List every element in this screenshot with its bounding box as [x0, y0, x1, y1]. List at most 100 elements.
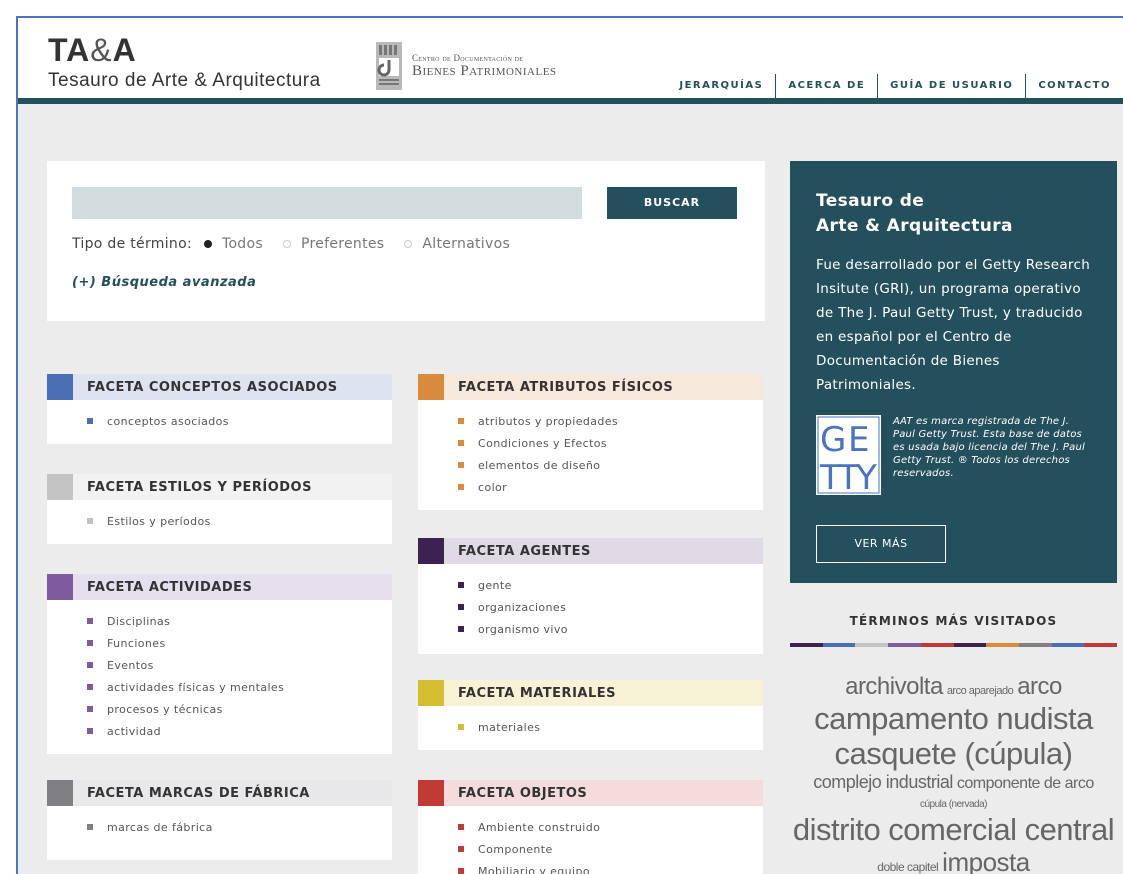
- facet-item[interactable]: Disciplinas: [87, 610, 392, 632]
- facet-card-atributos: FACETA ATRIBUTOS FÍSICOS atributos y prop…: [418, 374, 763, 510]
- bullet-square-icon: [458, 582, 464, 588]
- partner-line1: Centro de Documentación de: [412, 52, 524, 63]
- nav-guia-usuario[interactable]: GUÍA DE USUARIO: [877, 74, 1025, 98]
- tag-link[interactable]: cúpula (nervada): [920, 799, 988, 810]
- facet-card-estilos: FACETA ESTILOS Y PERÍODOS Estilos y perío…: [47, 474, 392, 544]
- term-type-selector: Tipo de término: Todos Preferentes Alter…: [72, 236, 530, 252]
- facet-list: Ambiente construido Componente Mobiliario …: [418, 806, 763, 874]
- facet-title: FACETA MATERIALES: [458, 685, 616, 701]
- facet-title: FACETA AGENTES: [458, 543, 591, 559]
- logo-text-end: A: [112, 32, 137, 68]
- facet-item[interactable]: color: [458, 476, 763, 498]
- facet-header[interactable]: FACETA ATRIBUTOS FÍSICOS: [418, 374, 763, 400]
- facet-item-label: actividades físicas y mentales: [107, 680, 285, 694]
- facet-list: marcas de fábrica: [47, 806, 392, 838]
- facet-title: FACETA ATRIBUTOS FÍSICOS: [458, 379, 674, 395]
- radio-todos[interactable]: Todos: [203, 236, 263, 252]
- facet-title: FACETA ESTILOS Y PERÍODOS: [87, 479, 312, 495]
- facet-header[interactable]: FACETA CONCEPTOS ASOCIADOS: [47, 374, 392, 400]
- radio-preferentes[interactable]: Preferentes: [282, 236, 385, 252]
- tag-link[interactable]: doble capitel: [877, 860, 938, 874]
- facet-item[interactable]: Eventos: [87, 654, 392, 676]
- info-body: Fue desarrollado por el Getty Research I…: [816, 257, 1091, 393]
- tag-cloud-row: distrito comercial central: [790, 812, 1117, 847]
- search-input[interactable]: [72, 187, 582, 219]
- facet-item[interactable]: conceptos asociados: [87, 410, 392, 432]
- advanced-search-link[interactable]: (+) Búsqueda avanzada: [72, 275, 256, 290]
- facet-title: FACETA MARCAS DE FÁBRICA: [87, 785, 310, 801]
- facet-item[interactable]: Componente: [458, 838, 763, 860]
- nav-acerca-de[interactable]: ACERCA DE: [775, 74, 877, 98]
- facet-item[interactable]: actividad: [87, 720, 392, 742]
- facet-item[interactable]: marcas de fábrica: [87, 816, 392, 838]
- radio-label: Preferentes: [300, 236, 385, 252]
- facet-item[interactable]: organismo vivo: [458, 618, 763, 640]
- facet-item[interactable]: Mobiliario y equipo: [458, 860, 763, 874]
- radio-unselected-icon: [282, 240, 291, 248]
- facet-header[interactable]: FACETA ACTIVIDADES: [47, 574, 392, 600]
- stripe-segment: [1051, 643, 1085, 647]
- facet-item[interactable]: actividades físicas y mentales: [87, 676, 392, 698]
- logo-ampersand: &: [90, 32, 113, 68]
- facet-card-marcas: FACETA MARCAS DE FÁBRICA marcas de fábric…: [47, 780, 392, 860]
- facet-item[interactable]: Ambiente construido: [458, 816, 763, 838]
- facet-header[interactable]: FACETA MATERIALES: [418, 680, 763, 706]
- facet-list: gente organizaciones organismo vivo: [418, 564, 763, 640]
- facet-color-square: [418, 538, 444, 564]
- ver-mas-button[interactable]: VER MÁS: [816, 525, 946, 563]
- tag-link[interactable]: arco aparejado: [947, 685, 1014, 697]
- facet-color-square: [418, 680, 444, 706]
- facet-item-label: gente: [478, 578, 512, 592]
- facet-item[interactable]: procesos y técnicas: [87, 698, 392, 720]
- nav-contacto[interactable]: CONTACTO: [1025, 74, 1123, 98]
- tag-link[interactable]: campamento nudista: [814, 701, 1093, 736]
- facet-item[interactable]: elementos de diseño: [458, 454, 763, 476]
- partner-logo[interactable]: Centro de Documentación de Bienes Patrim…: [374, 42, 557, 90]
- tag-link[interactable]: distrito comercial central: [793, 812, 1115, 847]
- tag-cloud: archivolta arco aparejado arco campamento n…: [790, 673, 1117, 874]
- facet-item[interactable]: organizaciones: [458, 596, 763, 618]
- radio-alternativos[interactable]: Alternativos: [404, 236, 510, 252]
- tag-link[interactable]: archivolta: [845, 673, 943, 700]
- facet-list: Estilos y períodos: [47, 500, 392, 532]
- facet-header[interactable]: FACETA ESTILOS Y PERÍODOS: [47, 474, 392, 500]
- facet-item[interactable]: materiales: [458, 716, 763, 738]
- tag-link[interactable]: componente de arco: [957, 775, 1094, 792]
- stripe-segment: [1018, 643, 1052, 647]
- facet-item-label: Funciones: [107, 636, 166, 650]
- facet-header[interactable]: FACETA AGENTES: [418, 538, 763, 564]
- tag-link[interactable]: arco: [1017, 673, 1062, 700]
- nav-jerarquias[interactable]: JERARQUÍAS: [667, 74, 775, 98]
- facet-item[interactable]: gente: [458, 574, 763, 596]
- facet-item-label: elementos de diseño: [478, 458, 601, 472]
- site-logo[interactable]: TA&A: [48, 32, 137, 69]
- svg-text:Y: Y: [855, 458, 877, 495]
- facet-card-conceptos: FACETA CONCEPTOS ASOCIADOS conceptos asoc…: [47, 374, 392, 444]
- page-frame: TA&A Tesauro de Arte & Arquitectura Cent…: [16, 16, 1123, 874]
- facet-card-agentes: FACETA AGENTES gente organizaciones organis…: [418, 538, 763, 654]
- facet-item[interactable]: atributos y propiedades: [458, 410, 763, 432]
- facet-header[interactable]: FACETA MARCAS DE FÁBRICA: [47, 780, 392, 806]
- info-title: Tesauro de Arte & Arquitectura: [816, 189, 1091, 239]
- getty-logo-icon: G E T T Y: [816, 415, 881, 495]
- tag-link[interactable]: imposta: [942, 847, 1030, 874]
- bullet-square-icon: [87, 824, 93, 830]
- facet-item-label: Mobiliario y equipo: [478, 864, 591, 874]
- stripe-segment: [822, 643, 856, 647]
- facet-item[interactable]: Estilos y períodos: [87, 510, 392, 532]
- facet-color-square: [418, 780, 444, 806]
- search-button[interactable]: BUSCAR: [607, 187, 737, 219]
- facet-header[interactable]: FACETA OBJETOS: [418, 780, 763, 806]
- stripe-segment: [855, 643, 889, 647]
- facet-item[interactable]: Condiciones y Efectos: [458, 432, 763, 454]
- tag-link[interactable]: casquete (cúpula): [835, 736, 1073, 771]
- tag-link[interactable]: complejo industrial: [813, 772, 953, 792]
- facet-item-label: conceptos asociados: [107, 414, 229, 428]
- facet-item[interactable]: Funciones: [87, 632, 392, 654]
- bullet-square-icon: [87, 684, 93, 690]
- facet-list: Disciplinas Funciones Eventos actividades f…: [47, 600, 392, 742]
- info-title-line2: Arte & Arquitectura: [816, 216, 1013, 236]
- facet-item-label: Componente: [478, 842, 553, 856]
- facet-item-label: organizaciones: [478, 600, 567, 614]
- facet-item-label: color: [478, 480, 508, 494]
